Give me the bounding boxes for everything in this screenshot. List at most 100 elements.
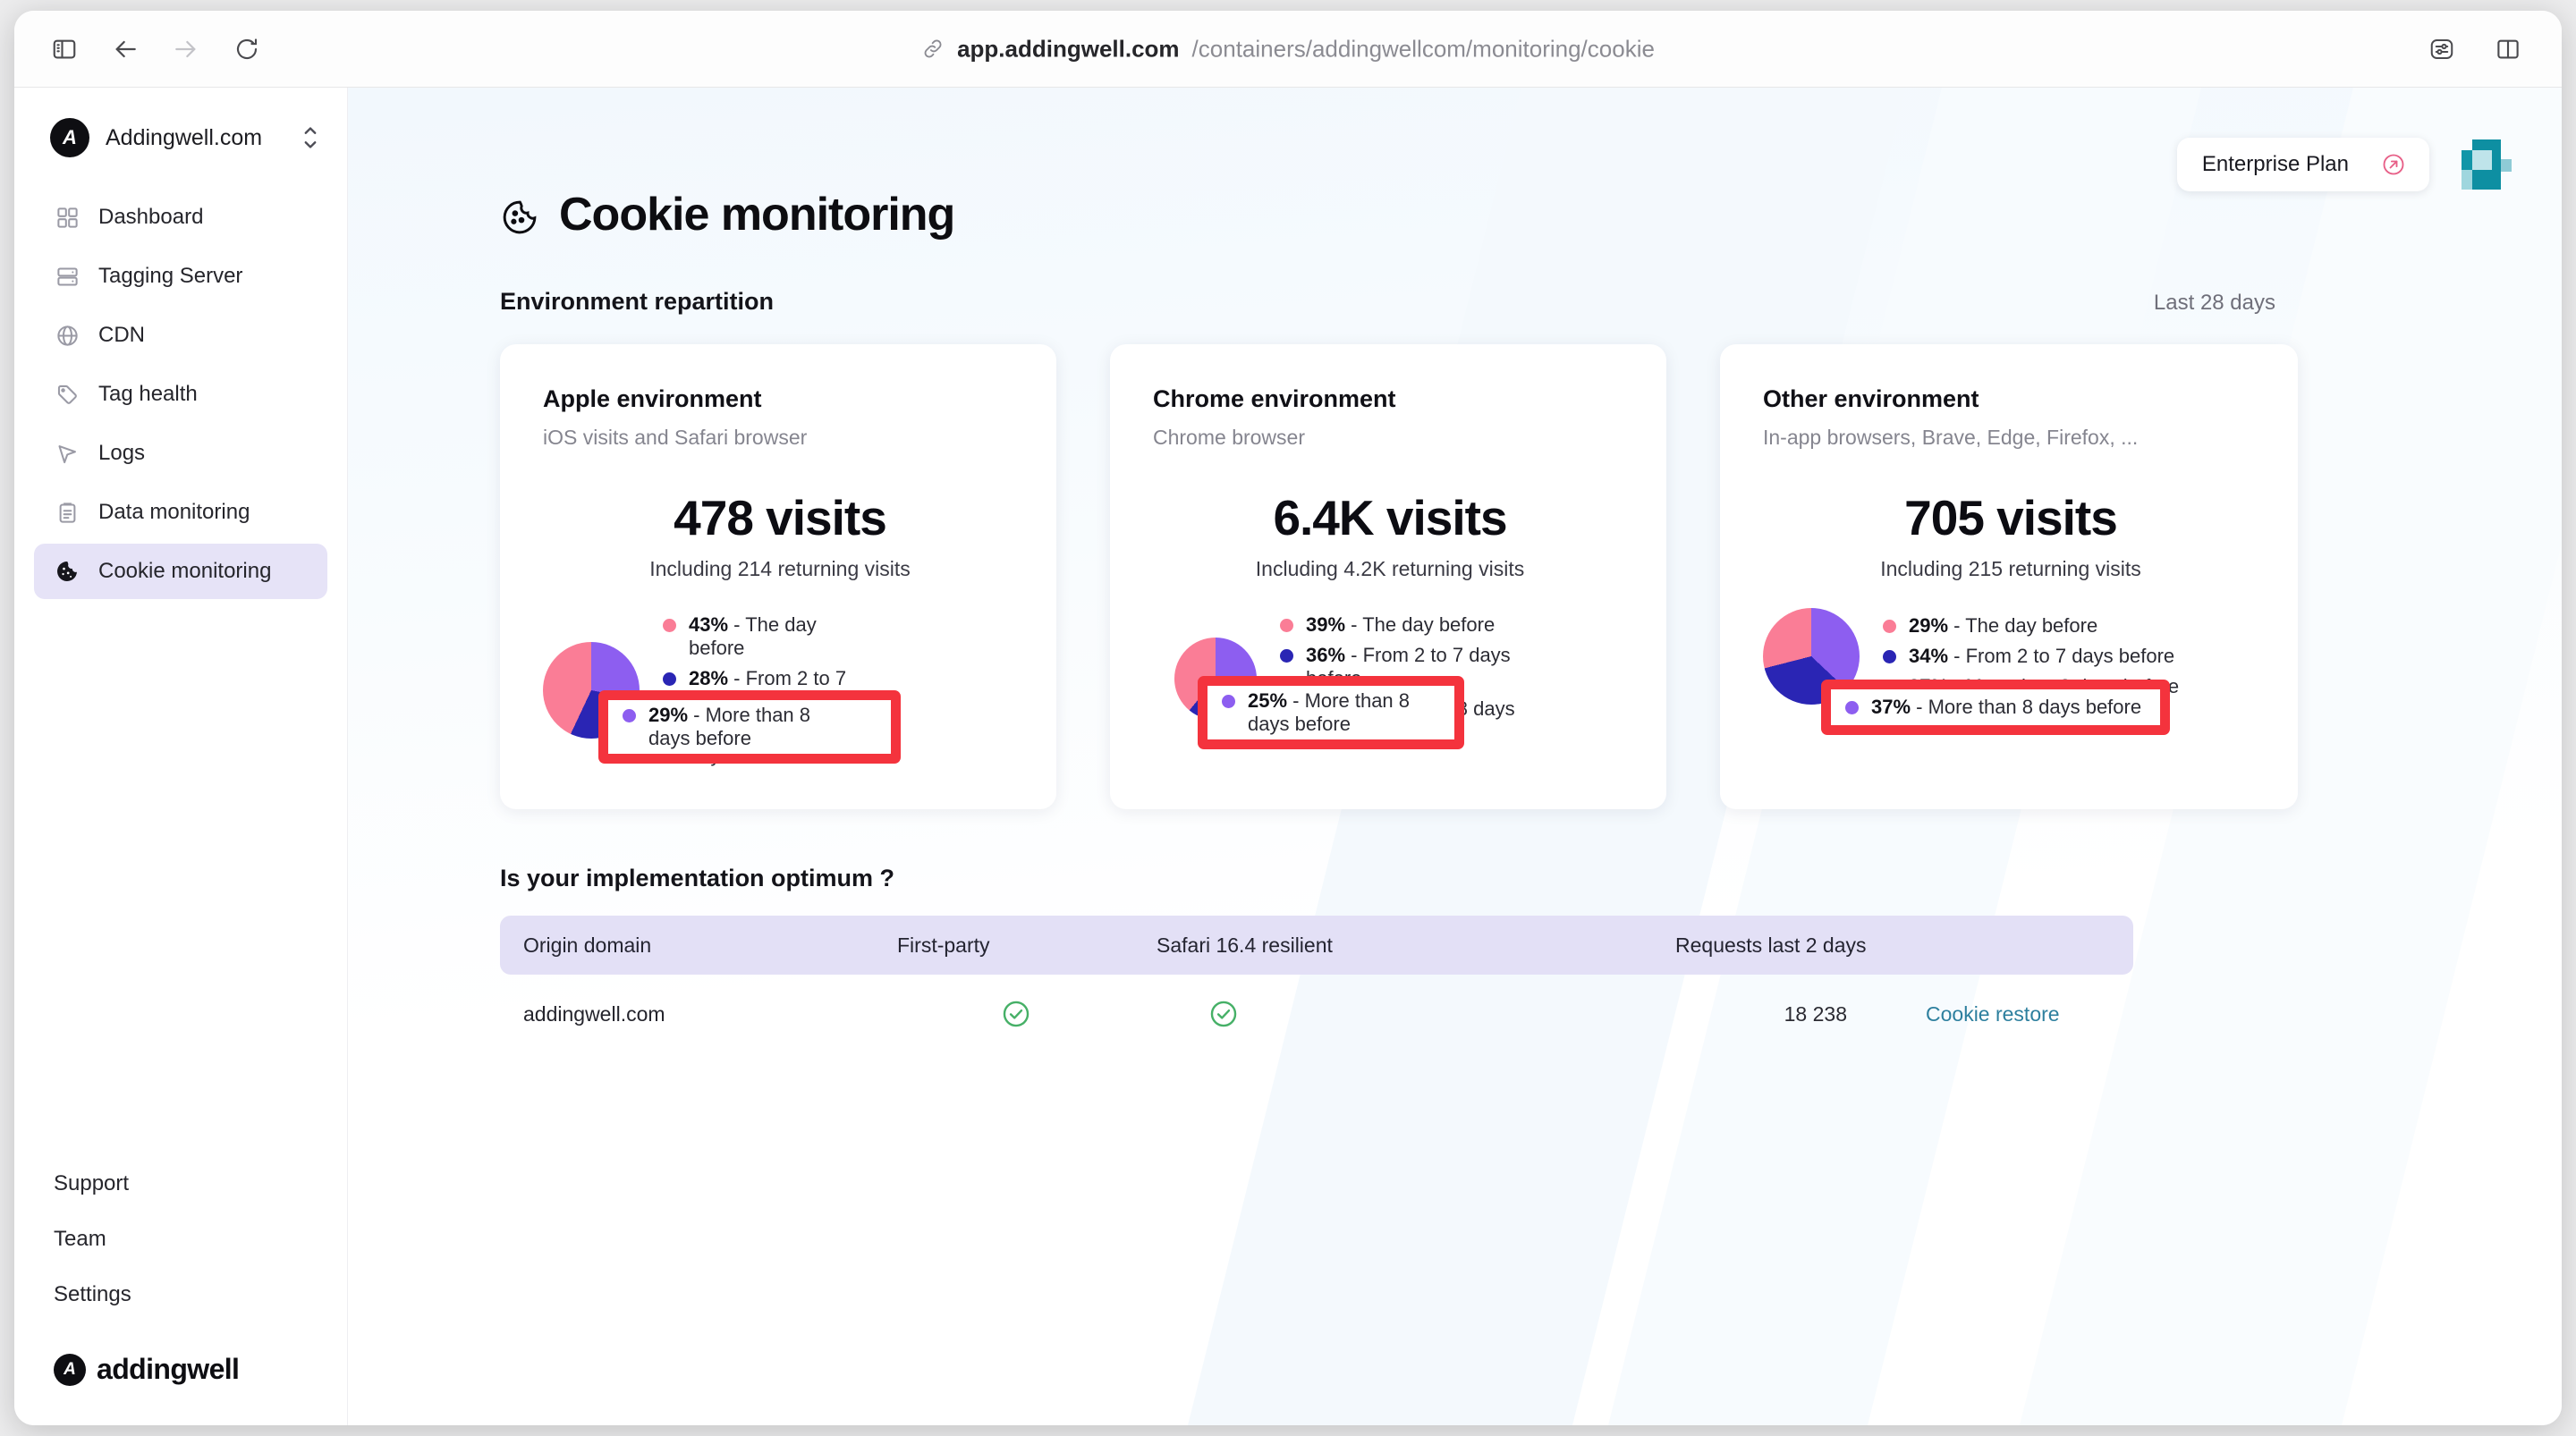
card-title: Other environment <box>1763 385 1979 412</box>
globe-icon <box>54 322 80 349</box>
legend-item-highlighted: 37% - More than 8 days before <box>1845 696 2141 719</box>
card-subtitle: In-app browsers, Brave, Edge, Firefox, .… <box>1763 426 2139 449</box>
tag-icon <box>54 381 80 408</box>
sidebar-item-logs[interactable]: Logs <box>34 426 327 481</box>
back-arrow-icon[interactable] <box>102 26 148 72</box>
legend-pct: 28% <box>689 666 729 689</box>
link-icon <box>921 38 945 61</box>
environment-card-chrome: Chrome environment Chrome browser 6.4K v… <box>1110 344 1666 809</box>
cookie-restore-link[interactable]: Cookie restore <box>1926 1002 2060 1026</box>
addingwell-wordmark: addingwell <box>97 1353 240 1385</box>
address-bar[interactable]: app.addingwell.com/containers/addingwell… <box>921 35 1655 63</box>
legend-pct: 39% <box>1306 613 1346 636</box>
sidebar-footer: Support Team Settings A addingwell <box>14 1156 347 1425</box>
legend-item: 29% - The day before <box>1883 614 2178 638</box>
legend-pct: 37% <box>1871 696 1911 719</box>
legend-label: - The day before <box>1351 613 1496 636</box>
card-visits: 478 visits <box>674 490 887 545</box>
url-host: app.addingwell.com <box>957 35 1180 62</box>
card-subtitle: iOS visits and Safari browser <box>543 426 808 449</box>
legend-dot-navy <box>663 672 676 686</box>
sidebar-item-settings[interactable]: Settings <box>54 1267 347 1322</box>
legend-label: - The day before <box>1953 614 2098 638</box>
annotation-highlight-box: 25% - More than 8 days before <box>1198 676 1464 749</box>
legend-pct: 34% <box>1909 645 1949 668</box>
legend-dot-pink <box>663 619 676 632</box>
sidebar-item-team[interactable]: Team <box>54 1212 347 1267</box>
toolbar-left-controls <box>14 26 270 72</box>
card-subtitle: Chrome browser <box>1153 426 1305 449</box>
column-origin-domain: Origin domain <box>500 916 876 975</box>
legend-pct: 36% <box>1306 643 1346 666</box>
column-safari-resilient: Safari 16.4 resilient <box>1135 916 1511 975</box>
table-header-row: Origin domain First-party Safari 16.4 re… <box>500 916 2133 975</box>
chevron-updown-icon[interactable] <box>301 122 320 153</box>
reload-icon[interactable] <box>224 26 270 72</box>
clipboard-icon <box>54 499 80 526</box>
cursor-icon <box>54 440 80 467</box>
column-first-party: First-party <box>876 916 1135 975</box>
card-returning: Including 214 returning visits <box>649 557 911 580</box>
column-actions <box>1904 916 2133 975</box>
avatar[interactable] <box>2462 139 2512 190</box>
legend-dot-violet <box>1845 701 1859 715</box>
page-title-text: Cookie monitoring <box>559 189 955 241</box>
legend-label: - More than 8 days before <box>1916 696 2142 719</box>
cell-action: Cookie restore <box>1904 975 2133 1053</box>
legend-dot-navy <box>1280 648 1293 663</box>
workspace-switcher[interactable]: A Addingwell.com <box>50 118 320 157</box>
grid-icon <box>54 204 80 231</box>
legend-item: 34% - From 2 to 7 days before <box>1883 645 2178 668</box>
workspace-logo-icon: A <box>50 118 89 157</box>
page-settings-icon[interactable] <box>2419 26 2465 72</box>
page-body: Cookie monitoring Environment repartitio… <box>348 88 2562 1053</box>
annotation-highlight-box: 37% - More than 8 days before <box>1821 680 2170 735</box>
page-topbar: Enterprise Plan <box>2176 138 2512 191</box>
app-sidebar: A Addingwell.com Dashboard Tagging Serve… <box>14 88 348 1425</box>
browser-window: app.addingwell.com/containers/addingwell… <box>14 11 2562 1425</box>
environment-cards: Apple environment iOS visits and Safari … <box>500 344 2562 809</box>
main-content: Enterprise Plan Cookie monitoring Enviro… <box>348 88 2562 1425</box>
sidebar-item-dashboard[interactable]: Dashboard <box>34 190 327 245</box>
legend-dot-violet <box>1222 695 1235 709</box>
table-header: Origin domain First-party Safari 16.4 re… <box>500 916 2133 975</box>
sidebar-item-support[interactable]: Support <box>54 1156 347 1212</box>
plan-label: Enterprise Plan <box>2201 152 2349 176</box>
table-body: addingwell.com 18 238 Cookie restore <box>500 975 2133 1053</box>
card-returning: Including 215 returning visits <box>1880 557 2141 580</box>
legend-dot-pink <box>1280 619 1293 632</box>
legend-dot-violet <box>623 709 636 723</box>
sidebar-item-data-monitoring[interactable]: Data monitoring <box>34 485 327 540</box>
plan-badge[interactable]: Enterprise Plan <box>2176 138 2429 191</box>
legend-item-highlighted: 29% - More than 8 days before <box>623 704 837 750</box>
sidebar-item-cookie-monitoring[interactable]: Cookie monitoring <box>34 544 327 599</box>
table-title: Is your implementation optimum ? <box>500 865 895 891</box>
legend-item: 43% - The day before <box>663 613 869 660</box>
card-visits: 705 visits <box>1904 490 2118 545</box>
addingwell-logo: A addingwell <box>54 1353 347 1386</box>
sidebar-item-label: Logs <box>98 441 146 465</box>
cell-safari-resilient <box>1135 975 1511 1053</box>
legend-pct: 29% <box>1909 614 1949 638</box>
arrow-up-right-circle-icon[interactable] <box>2381 152 2406 177</box>
section-title: Environment repartition <box>500 288 775 315</box>
legend-dot-pink <box>1883 620 1896 634</box>
sidebar-toggle-icon[interactable] <box>41 26 88 72</box>
addingwell-mark-icon: A <box>54 1353 86 1386</box>
sidebar-item-tagging-server[interactable]: Tagging Server <box>34 249 327 304</box>
sidebar-item-label: Cookie monitoring <box>98 559 272 583</box>
legend-pct: 43% <box>689 613 729 636</box>
cookie-icon <box>500 195 539 234</box>
environment-card-other: Other environment In-app browsers, Brave… <box>1720 344 2298 809</box>
forward-arrow-icon <box>163 26 209 72</box>
sidebar-item-cdn[interactable]: CDN <box>34 308 327 363</box>
legend-item: 39% - The day before <box>1280 613 1517 637</box>
date-range-label: Last 28 days <box>2153 291 2275 315</box>
sidebar-item-tag-health[interactable]: Tag health <box>34 367 327 422</box>
server-icon <box>54 263 80 290</box>
page-title: Cookie monitoring <box>500 188 2562 241</box>
sidebar-item-label: Tagging Server <box>98 264 243 288</box>
split-view-icon[interactable] <box>2485 26 2531 72</box>
legend-item-highlighted: 25% - More than 8 days before <box>1222 689 1428 736</box>
cookie-icon <box>54 558 80 585</box>
